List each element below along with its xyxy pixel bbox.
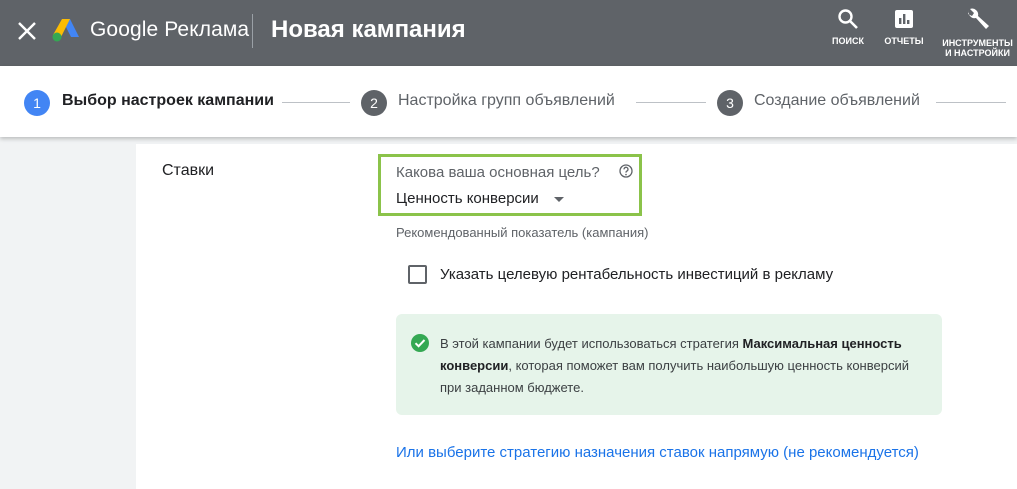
reports-label: ОТЧЕТЫ: [884, 36, 924, 46]
target-roas-label[interactable]: Указать целевую рентабельность инвестици…: [440, 266, 833, 283]
step-connector: [936, 102, 1006, 103]
recommended-note: Рекомендованный показатель (кампания): [396, 225, 649, 240]
step-connector: [636, 102, 706, 103]
tools-label: ИНСТРУМЕНТЫ И НАСТРОЙКИ: [940, 38, 1015, 58]
step-1-number[interactable]: 1: [24, 90, 50, 116]
dropdown-arrow-icon[interactable]: [554, 197, 564, 202]
search-label: ПОИСК: [832, 36, 864, 46]
choose-strategy-link[interactable]: Или выберите стратегию назначения ставок…: [396, 444, 919, 461]
info-text-part2: , которая поможет вам получить наибольшу…: [440, 358, 909, 395]
close-icon[interactable]: [16, 20, 38, 42]
tools-label-line2: И НАСТРОЙКИ: [945, 48, 1010, 58]
check-circle-icon: [411, 334, 429, 352]
target-roas-checkbox[interactable]: [408, 265, 427, 284]
header-divider: [252, 14, 253, 48]
goal-dropdown[interactable]: Ценность конверсии: [396, 190, 539, 207]
step-2-label[interactable]: Настройка групп объявлений: [398, 92, 615, 110]
search-icon: [838, 9, 858, 29]
strategy-info-text: В этой кампании будет использоваться стр…: [440, 333, 920, 399]
reports-icon: [895, 10, 913, 28]
reports-button[interactable]: ОТЧЕТЫ: [880, 8, 928, 46]
step-connector: [282, 102, 350, 103]
google-ads-logo: [52, 19, 79, 42]
step-3-number[interactable]: 3: [717, 90, 743, 116]
bids-section-label: Ставки: [162, 162, 215, 179]
tools-label-line1: ИНСТРУМЕНТЫ: [942, 38, 1013, 48]
page-title: Новая кампания: [271, 16, 466, 43]
tools-settings-button[interactable]: ИНСТРУМЕНТЫ И НАСТРОЙКИ: [940, 8, 1015, 58]
wrench-icon: [967, 8, 989, 29]
brand-name: Google Реклама: [90, 18, 250, 41]
top-app-bar: Google Реклама Новая кампания ПОИСК ОТЧЕ…: [0, 0, 1017, 66]
step-2-number[interactable]: 2: [361, 90, 387, 116]
help-icon[interactable]: [619, 164, 633, 178]
stepper: 1 Выбор настроек кампании 2 Настройка гр…: [0, 66, 1017, 137]
search-button[interactable]: ПОИСК: [828, 8, 868, 46]
goal-question: Какова ваша основная цель?: [396, 164, 600, 181]
info-text-part1: В этой кампании будет использоваться стр…: [440, 336, 743, 351]
step-3-label[interactable]: Создание объявлений: [754, 92, 920, 110]
step-1-label[interactable]: Выбор настроек кампании: [62, 92, 274, 110]
